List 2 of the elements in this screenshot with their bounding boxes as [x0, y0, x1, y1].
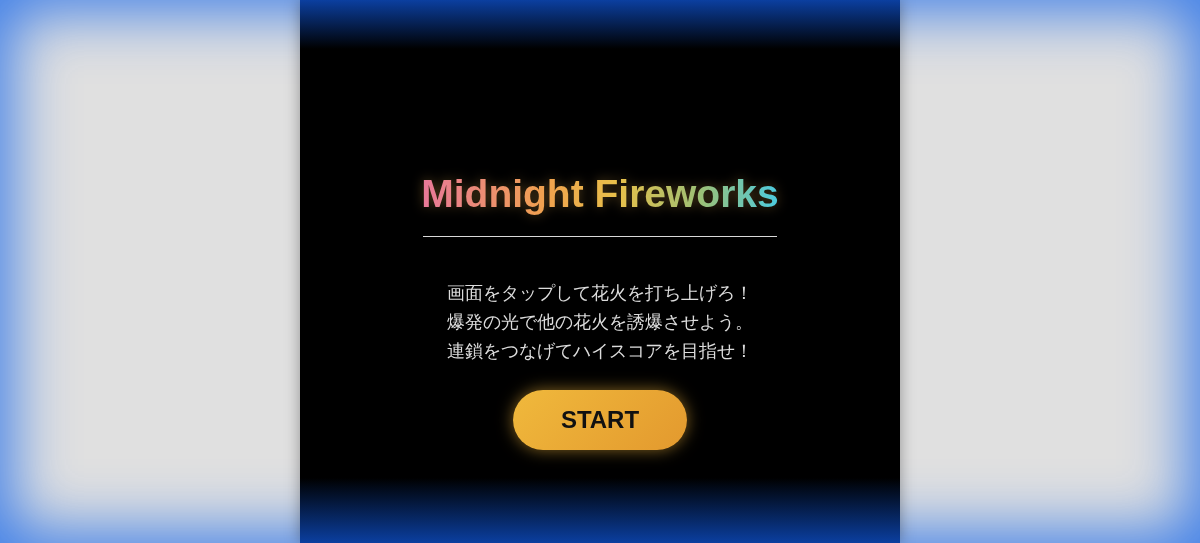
instructions-text: 画面をタップして花火を打ち上げろ！ 爆発の光で他の花火を誘爆させよう。 連鎖をつなげてハイスコアを目指せ！ — [447, 282, 753, 363]
start-button[interactable]: START — [513, 390, 687, 450]
